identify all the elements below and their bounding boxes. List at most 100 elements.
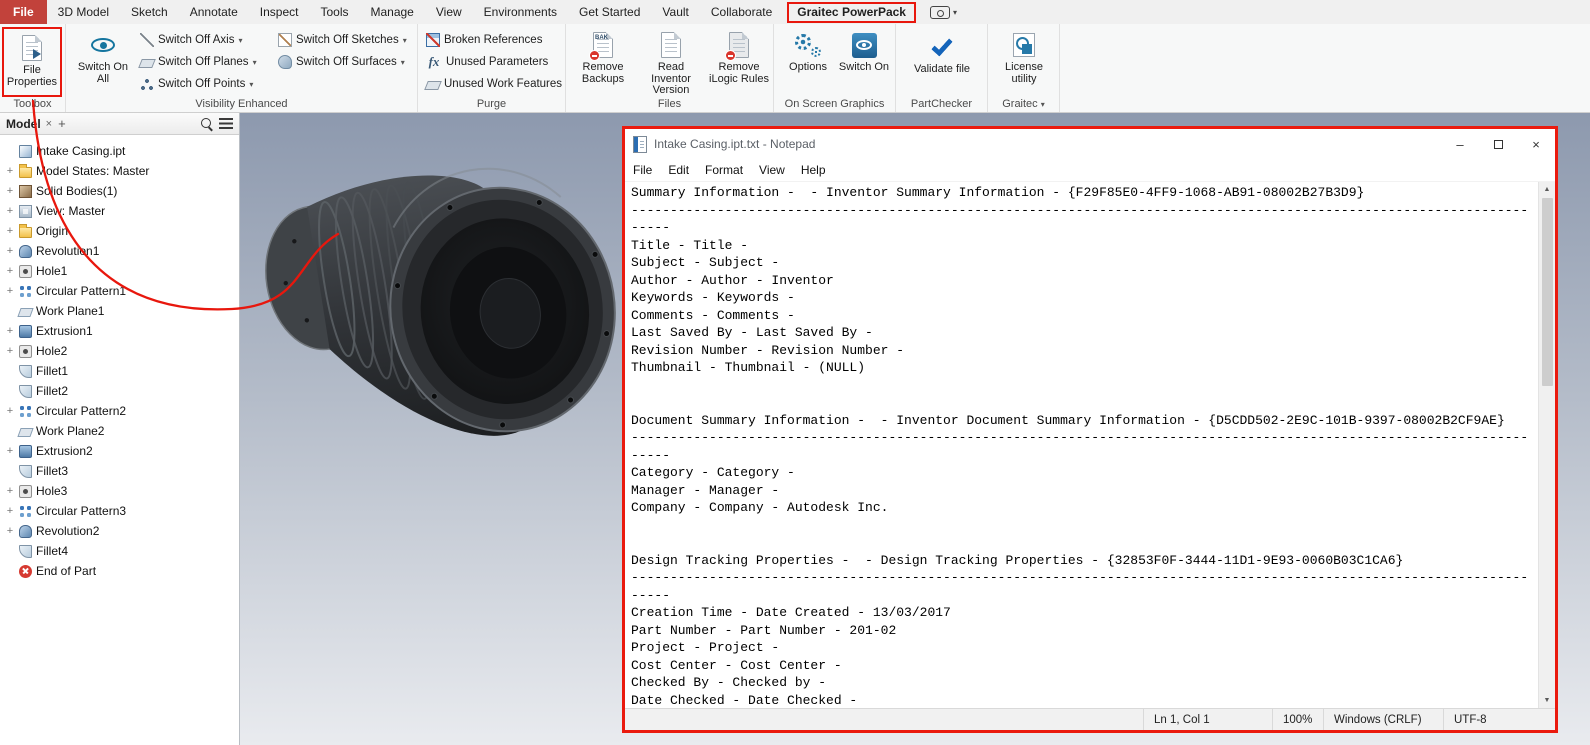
capture-menu-icon[interactable]: ▾ — [929, 5, 957, 19]
expand-icon[interactable]: + — [5, 246, 15, 257]
tree-item-hole1[interactable]: + Hole1 — [0, 261, 239, 281]
search-icon[interactable] — [200, 117, 213, 130]
expand-icon[interactable]: + — [5, 526, 15, 537]
tree-item-circular-pattern1[interactable]: + Circular Pattern1 — [0, 281, 239, 301]
switch-off-axis-button[interactable]: Switch Off Axis ▾ — [140, 31, 243, 49]
validate-file-button[interactable]: Validate file — [902, 32, 982, 76]
tree-item-solid-bodies[interactable]: + Solid Bodies(1) — [0, 181, 239, 201]
tree-item-label: Circular Pattern2 — [36, 404, 127, 418]
expand-icon[interactable]: + — [5, 206, 15, 217]
tab-view[interactable]: View — [425, 0, 473, 24]
menu-edit[interactable]: Edit — [660, 163, 697, 177]
tree-item-fillet2[interactable]: Fillet2 — [0, 381, 239, 401]
tab-manage[interactable]: Manage — [359, 0, 424, 24]
osg-switch-on-button[interactable]: Switch On — [838, 30, 890, 74]
tree-item-fillet1[interactable]: Fillet1 — [0, 361, 239, 381]
scroll-down-arrow[interactable]: ▼ — [1539, 693, 1555, 708]
switch-off-surfaces-button[interactable]: Switch Off Surfaces ▾ — [278, 53, 405, 71]
tree-item-hole2[interactable]: + Hole2 — [0, 341, 239, 361]
tree-item-work-plane2[interactable]: Work Plane2 — [0, 421, 239, 441]
tree-item-revolution2[interactable]: + Revolution2 — [0, 521, 239, 541]
expand-icon[interactable]: + — [5, 326, 15, 337]
tree-item-extrusion2[interactable]: + Extrusion2 — [0, 441, 239, 461]
chevron-down-icon[interactable]: ▾ — [403, 36, 407, 45]
tree-item-extrusion1[interactable]: + Extrusion1 — [0, 321, 239, 341]
expand-icon[interactable]: + — [5, 226, 15, 237]
remove-ilogic-rules-button[interactable]: Remove iLogic Rules — [708, 30, 770, 85]
tab-annotate[interactable]: Annotate — [179, 0, 249, 24]
expand-icon[interactable]: + — [5, 406, 15, 417]
expand-icon[interactable]: + — [5, 286, 15, 297]
close-tab-icon[interactable]: × — [46, 118, 52, 130]
unused-work-features-button[interactable]: Unused Work Features — [424, 75, 562, 93]
tree-item-hole3[interactable]: + Hole3 — [0, 481, 239, 501]
tree-item-model-states[interactable]: + Model States: Master — [0, 161, 239, 181]
options-button[interactable]: Options — [782, 30, 834, 74]
vertical-scrollbar[interactable]: ▲ ▼ — [1538, 182, 1555, 708]
group-label-graitec[interactable]: Graitec ▾ — [988, 98, 1059, 110]
tree-item-end-of-part[interactable]: End of Part — [0, 561, 239, 581]
remove-backups-button[interactable]: BAK Remove Backups — [572, 30, 634, 85]
expand-icon[interactable]: + — [5, 266, 15, 277]
expand-icon[interactable]: + — [5, 186, 15, 197]
tree-item-work-plane1[interactable]: Work Plane1 — [0, 301, 239, 321]
group-graitec: License utility Graitec ▾ — [988, 24, 1060, 112]
tree-item-fillet4[interactable]: Fillet4 — [0, 541, 239, 561]
tree-item-label: Circular Pattern3 — [36, 504, 127, 518]
fx-icon: fx — [428, 54, 440, 69]
file-properties-button[interactable]: File Properties — [2, 27, 62, 97]
tab-3d-model[interactable]: 3D Model — [47, 0, 120, 24]
menu-format[interactable]: Format — [697, 163, 751, 177]
switch-off-points-button[interactable]: Switch Off Points ▾ — [140, 75, 253, 93]
switch-off-sketches-button[interactable]: Switch Off Sketches ▾ — [278, 31, 407, 49]
chevron-down-icon[interactable]: ▾ — [253, 58, 257, 67]
notepad-text-area[interactable]: Summary Information - - Inventor Summary… — [625, 182, 1538, 708]
chevron-down-icon[interactable]: ▾ — [238, 36, 242, 45]
close-button[interactable]: × — [1517, 129, 1555, 159]
switch-off-planes-button[interactable]: Switch Off Planes ▾ — [138, 53, 257, 71]
tab-environments[interactable]: Environments — [473, 0, 568, 24]
switch-on-all-button[interactable]: Switch On All — [74, 30, 132, 85]
tab-file[interactable]: File — [0, 0, 47, 24]
tab-vault[interactable]: Vault — [651, 0, 699, 24]
notepad-titlebar[interactable]: Intake Casing.ipt.txt - Notepad – × — [625, 129, 1555, 159]
tab-collaborate[interactable]: Collaborate — [700, 0, 783, 24]
tree-item-label: Solid Bodies(1) — [36, 184, 118, 198]
tab-sketch[interactable]: Sketch — [120, 0, 179, 24]
expand-icon[interactable]: + — [5, 486, 15, 497]
tree-item-origin[interactable]: + Origin — [0, 221, 239, 241]
read-inventor-version-button[interactable]: Read Inventor Version — [638, 30, 704, 97]
expand-icon[interactable]: + — [5, 166, 15, 177]
tab-graitec-powerpack[interactable]: Graitec PowerPack — [787, 1, 916, 23]
scroll-up-arrow[interactable]: ▲ — [1539, 182, 1555, 197]
tree-item-fillet3[interactable]: Fillet3 — [0, 461, 239, 481]
chevron-down-icon[interactable]: ▾ — [401, 58, 405, 67]
tree-item-revolution1[interactable]: + Revolution1 — [0, 241, 239, 261]
license-utility-label: License utility — [1005, 61, 1043, 85]
minimize-button[interactable]: – — [1441, 129, 1479, 159]
tab-get-started[interactable]: Get Started — [568, 0, 651, 24]
chevron-down-icon[interactable]: ▾ — [249, 80, 253, 89]
license-utility-button[interactable]: License utility — [993, 30, 1055, 85]
scrollbar-thumb[interactable] — [1541, 198, 1553, 386]
model-tree: Intake Casing.ipt + Model States: Master … — [0, 135, 239, 581]
tree-item-circular-pattern3[interactable]: + Circular Pattern3 — [0, 501, 239, 521]
expand-icon[interactable]: + — [5, 446, 15, 457]
tab-inspect[interactable]: Inspect — [249, 0, 310, 24]
expand-icon[interactable]: + — [5, 506, 15, 517]
tree-item-view-master[interactable]: + View: Master — [0, 201, 239, 221]
unused-parameters-button[interactable]: fx Unused Parameters — [426, 53, 549, 71]
menu-help[interactable]: Help — [793, 163, 834, 177]
tree-item-circular-pattern2[interactable]: + Circular Pattern2 — [0, 401, 239, 421]
broken-references-button[interactable]: Broken References — [426, 31, 542, 49]
maximize-button[interactable] — [1479, 129, 1517, 159]
add-tab-button[interactable]: + — [58, 116, 66, 131]
notepad-icon — [633, 135, 647, 153]
tab-model[interactable]: Model × — [6, 117, 52, 131]
expand-icon[interactable]: + — [5, 346, 15, 357]
tree-item-intake-casing[interactable]: Intake Casing.ipt — [0, 141, 239, 161]
browser-menu-icon[interactable] — [219, 118, 233, 129]
menu-view[interactable]: View — [751, 163, 793, 177]
tab-tools[interactable]: Tools — [309, 0, 359, 24]
menu-file[interactable]: File — [625, 163, 660, 177]
